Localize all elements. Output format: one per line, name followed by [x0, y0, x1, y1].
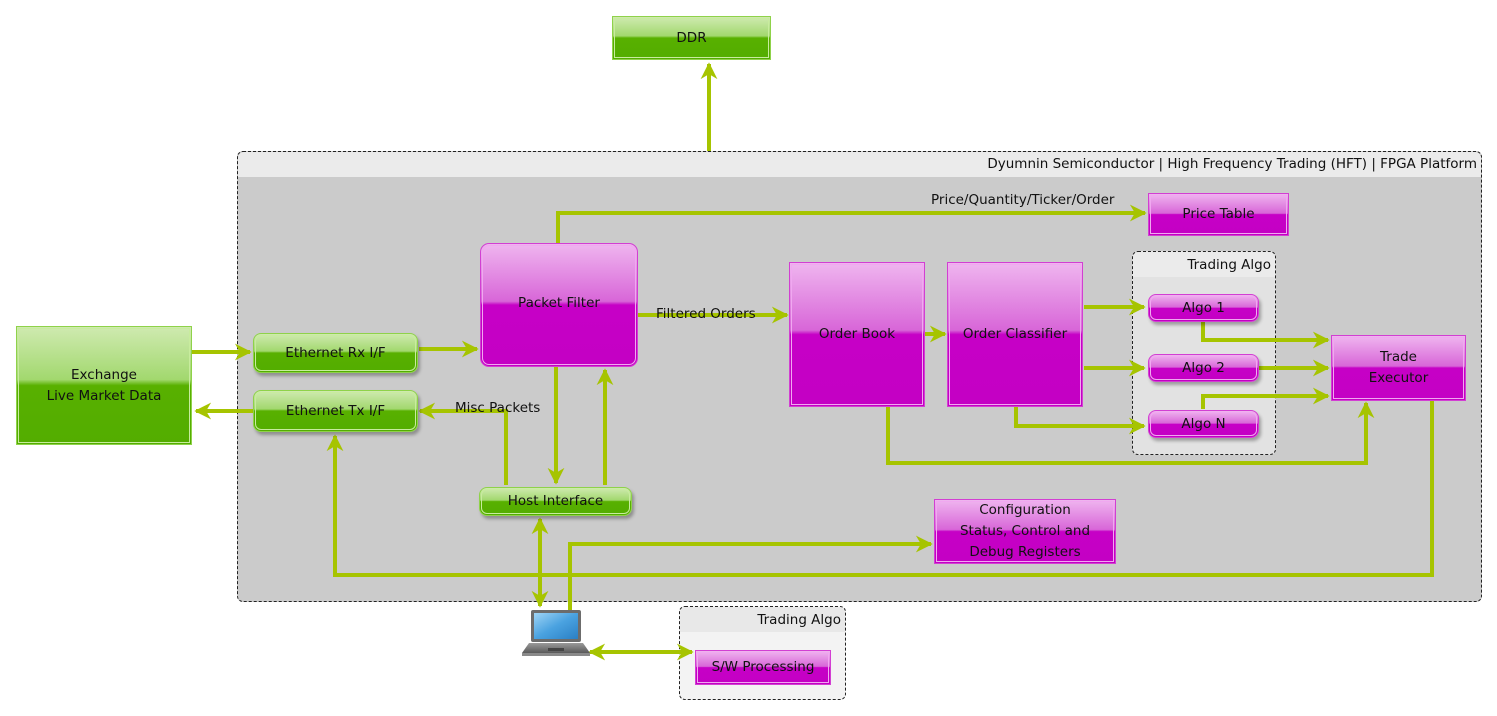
price-table-block[interactable]: Price Table [1148, 193, 1289, 236]
price-table-label: Price Table [1182, 206, 1255, 223]
sw-processing-label: S/W Processing [711, 659, 815, 676]
exchange-label-line1: Exchange [71, 367, 137, 384]
wire-algo1-to-executor [1201, 322, 1330, 349]
ddr-block[interactable]: DDR [612, 16, 771, 60]
exchange-block[interactable]: Exchange Live Market Data [16, 326, 192, 445]
config-registers-block[interactable]: Configuration Status, Control and Debug … [934, 499, 1116, 564]
edge-label-misc-packets: Misc Packets [455, 400, 541, 416]
host-interface-label: Host Interface [507, 493, 604, 510]
trade-executor-block[interactable]: Trade Executor [1331, 335, 1466, 401]
wire-order-book-to-executor [886, 401, 1375, 465]
order-book-block[interactable]: Order Book [789, 262, 925, 407]
ethernet-tx-block[interactable]: Ethernet Tx I/F [253, 390, 418, 432]
ethernet-tx-label: Ethernet Tx I/F [285, 402, 386, 419]
order-classifier-block[interactable]: Order Classifier [947, 262, 1083, 407]
wire-packet-filter-to-price-table [556, 204, 1147, 243]
exchange-label-line2: Live Market Data [46, 387, 162, 404]
algo-2-label: Algo 2 [1182, 359, 1225, 376]
edge-label-price-qty: Price/Quantity/Ticker/Order [931, 192, 1115, 208]
algo-n-block[interactable]: Algo N [1148, 410, 1259, 438]
edge-label-filtered-orders: Filtered Orders [656, 306, 756, 322]
wire-classifier-to-algon [1014, 407, 1146, 435]
laptop-icon[interactable] [521, 609, 591, 657]
algo-1-label: Algo 1 [1182, 299, 1225, 316]
ddr-label: DDR [676, 29, 707, 46]
config-label-line3: Debug Registers [969, 543, 1081, 560]
ethernet-rx-block[interactable]: Ethernet Rx I/F [253, 333, 418, 373]
order-classifier-label: Order Classifier [962, 326, 1068, 343]
wire-algon-to-executor [1201, 387, 1330, 409]
algo-1-block[interactable]: Algo 1 [1148, 294, 1259, 322]
algo-n-label: Algo N [1181, 415, 1226, 432]
config-label-line1: Configuration [979, 502, 1071, 519]
packet-filter-label: Packet Filter [518, 294, 600, 311]
trade-executor-label-line1: Trade [1380, 349, 1417, 366]
order-book-label: Order Book [818, 326, 896, 343]
config-label-line2: Status, Control and [959, 523, 1091, 540]
ethernet-rx-label: Ethernet Rx I/F [285, 344, 386, 361]
wire-host-to-eth-tx [418, 402, 508, 485]
host-interface-block[interactable]: Host Interface [479, 487, 632, 516]
connections [192, 62, 1434, 661]
algo-2-block[interactable]: Algo 2 [1148, 354, 1259, 382]
packet-filter-block[interactable]: Packet Filter [480, 243, 638, 367]
trade-executor-label-line2: Executor [1368, 370, 1429, 386]
sw-processing-block[interactable]: S/W Processing [695, 650, 831, 685]
